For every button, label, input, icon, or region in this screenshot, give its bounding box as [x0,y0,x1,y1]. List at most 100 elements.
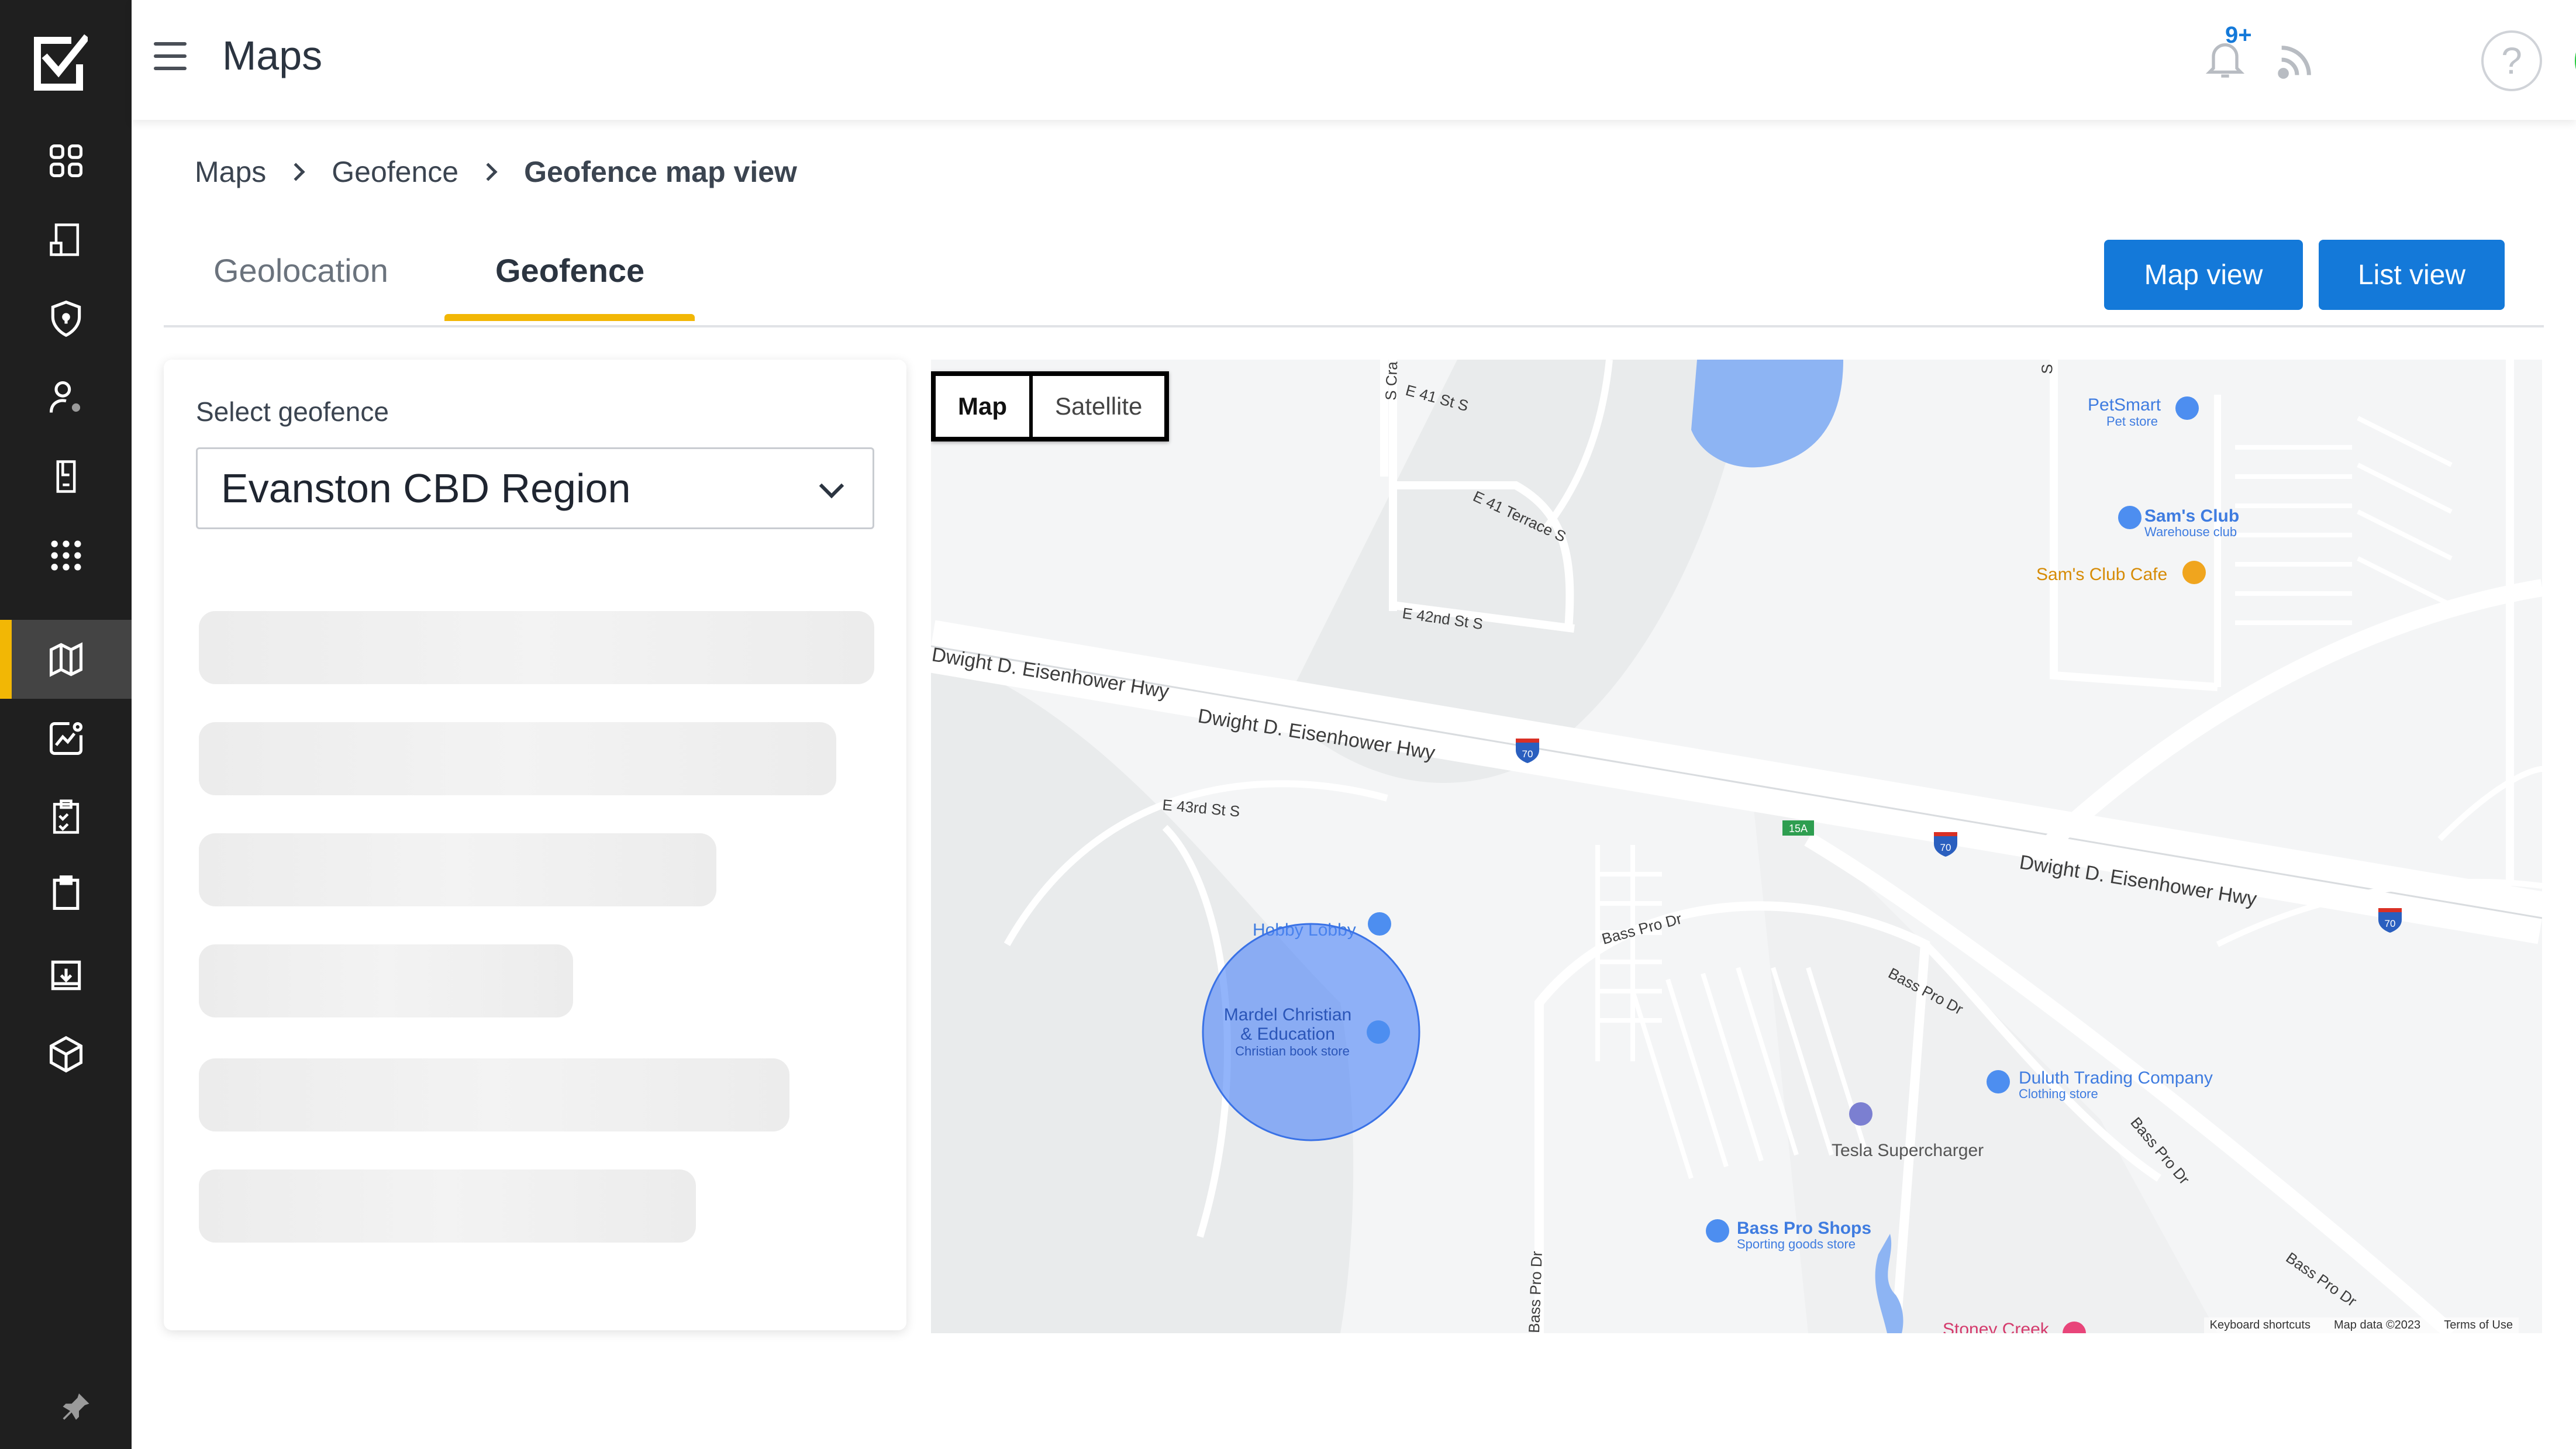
exit-number: 15A [1789,823,1808,834]
pin-icon[interactable] [58,1391,94,1426]
place-label[interactable]: Sam's Club [2144,506,2239,526]
user-settings-icon [49,381,80,413]
road-label: S [2038,364,2056,374]
cafe-pin-icon[interactable] [2182,561,2206,584]
clipboard-icon [53,875,79,910]
shield-icon [51,300,81,337]
rss-feed-icon[interactable] [2275,41,2316,82]
place-sublabel: Warehouse club [2144,525,2237,539]
shield-number: 70 [1522,748,1533,760]
help-button[interactable]: ? [2481,30,2542,91]
place-label[interactable]: Stoney Creek [1943,1320,2050,1333]
sidebar-item-packages[interactable] [0,1015,132,1093]
tab-geofence[interactable]: Geofence [495,251,644,289]
list-view-button[interactable]: List view [2319,240,2505,310]
sidebar-item-devices[interactable] [0,437,132,516]
loading-skeleton [199,722,836,795]
loading-skeleton [199,944,573,1017]
place-sublabel: Pet store [2106,414,2158,429]
map-data-credit: Map data ©2023 [2334,1319,2421,1331]
interstate-shield: 70 [2378,908,2402,933]
chevron-down-icon [819,473,844,499]
place-label[interactable]: Bass Pro Shops [1737,1219,1871,1238]
document-icon [49,223,79,256]
map-tiles: 70 70 70 15A Dwight D. Eisenhower Hwy Dw… [931,360,2542,1333]
geofence-panel: Select geofence Evanston CBD Region [164,360,906,1330]
keyboard-shortcuts-link[interactable]: Keyboard shortcuts [2210,1319,2311,1332]
map-view-button[interactable]: Map view [2104,240,2303,310]
loading-skeleton [199,1169,696,1243]
sidebar-item-apps[interactable] [0,516,132,595]
road-label: Bass Pro Dr [1525,1251,1546,1333]
apps-grid-icon [51,540,81,570]
place-label[interactable]: Sam's Club Cafe [2036,565,2167,584]
road-label: E 43rd St S [1161,796,1240,820]
place-sublabel: Sporting goods store [1737,1237,1856,1251]
sidebar-item-reports[interactable] [0,778,132,857]
help-icon: ? [2501,40,2522,82]
sidebar-item-users[interactable] [0,358,132,437]
hamburger-menu-button[interactable] [154,42,190,71]
sidebar-item-documents[interactable] [0,200,132,279]
dashboard-grid-icon [49,144,82,177]
map-attribution: Keyboard shortcuts Map data ©2023 Terms … [2203,1317,2519,1333]
road-label: Bass Pro Dr [1600,909,1684,947]
geofence-select[interactable]: Evanston CBD Region [196,447,874,529]
checkbox-logo-icon[interactable] [29,32,88,91]
tab-geolocation[interactable]: Geolocation [213,251,388,289]
loading-skeleton [199,833,716,906]
shop-pin-icon[interactable] [2175,396,2199,420]
chevron-right-icon [287,163,305,181]
shop-pin-icon[interactable] [2118,506,2142,529]
place-label[interactable]: Tesla Supercharger [1832,1141,1984,1160]
breadcrumb-geofence[interactable]: Geofence [332,155,458,189]
geofence-select-value: Evanston CBD Region [221,465,631,511]
breadcrumb-maps[interactable]: Maps [195,155,266,189]
place-sublabel: Christian book store [1235,1044,1350,1058]
active-tab-indicator [444,314,695,321]
shop-pin-icon[interactable] [1987,1070,2010,1093]
sidebar-item-analytics[interactable] [0,699,132,778]
place-label[interactable]: PetSmart [2088,395,2161,415]
place-label[interactable]: Duluth Trading Company [2019,1068,2213,1088]
map-icon [49,641,82,677]
charging-pin-icon[interactable] [1849,1102,1872,1126]
chevron-right-icon [479,163,498,181]
topbar: Maps 9+ ? U [132,0,2576,120]
loading-skeleton [199,1058,789,1131]
package-icon [49,1036,82,1072]
select-geofence-label: Select geofence [196,396,389,427]
shop-pin-icon[interactable] [1367,1020,1390,1044]
place-label[interactable]: Mardel Christian [1224,1005,1351,1024]
map-type-control: Map Satellite [931,371,1170,441]
map-canvas[interactable]: Map Satellite 70 70 70 15A Dwight D. Eis… [931,360,2542,1333]
shield-number: 70 [1940,842,1951,853]
breadcrumb: Maps Geofence Geofence map view [195,155,797,189]
sidebar-item-maps[interactable] [0,620,132,699]
map-type-satellite-button[interactable]: Satellite [1033,376,1164,437]
sidebar-item-security[interactable] [0,279,132,358]
place-label: & Education [1240,1024,1335,1044]
shop-pin-icon[interactable] [1706,1219,1729,1243]
interstate-shield: 70 [1934,832,1957,857]
road-label: S Cra [1382,361,1401,401]
loading-skeleton [199,611,874,684]
shield-number: 70 [2385,918,2396,929]
road-label: Bass Pro Dr [2127,1114,2193,1188]
analytics-icon [49,722,82,755]
map-type-map-button[interactable]: Map [936,376,1033,437]
shop-pin-icon[interactable] [1368,912,1391,936]
sidebar [0,0,132,1449]
notification-badge: 9+ [2225,22,2252,48]
breadcrumb-current: Geofence map view [524,156,797,188]
place-sublabel: Clothing store [2019,1086,2098,1101]
checklist-icon [53,799,79,834]
sidebar-item-downloads[interactable] [0,936,132,1015]
sidebar-item-dashboard[interactable] [0,121,132,200]
terms-of-use-link[interactable]: Terms of Use [2444,1319,2513,1332]
road-label: Bass Pro Dr [2283,1248,2360,1310]
inbox-download-icon [51,960,81,990]
sidebar-item-tasks[interactable] [0,854,132,933]
page-title: Maps [222,33,323,78]
device-icon [56,460,75,493]
